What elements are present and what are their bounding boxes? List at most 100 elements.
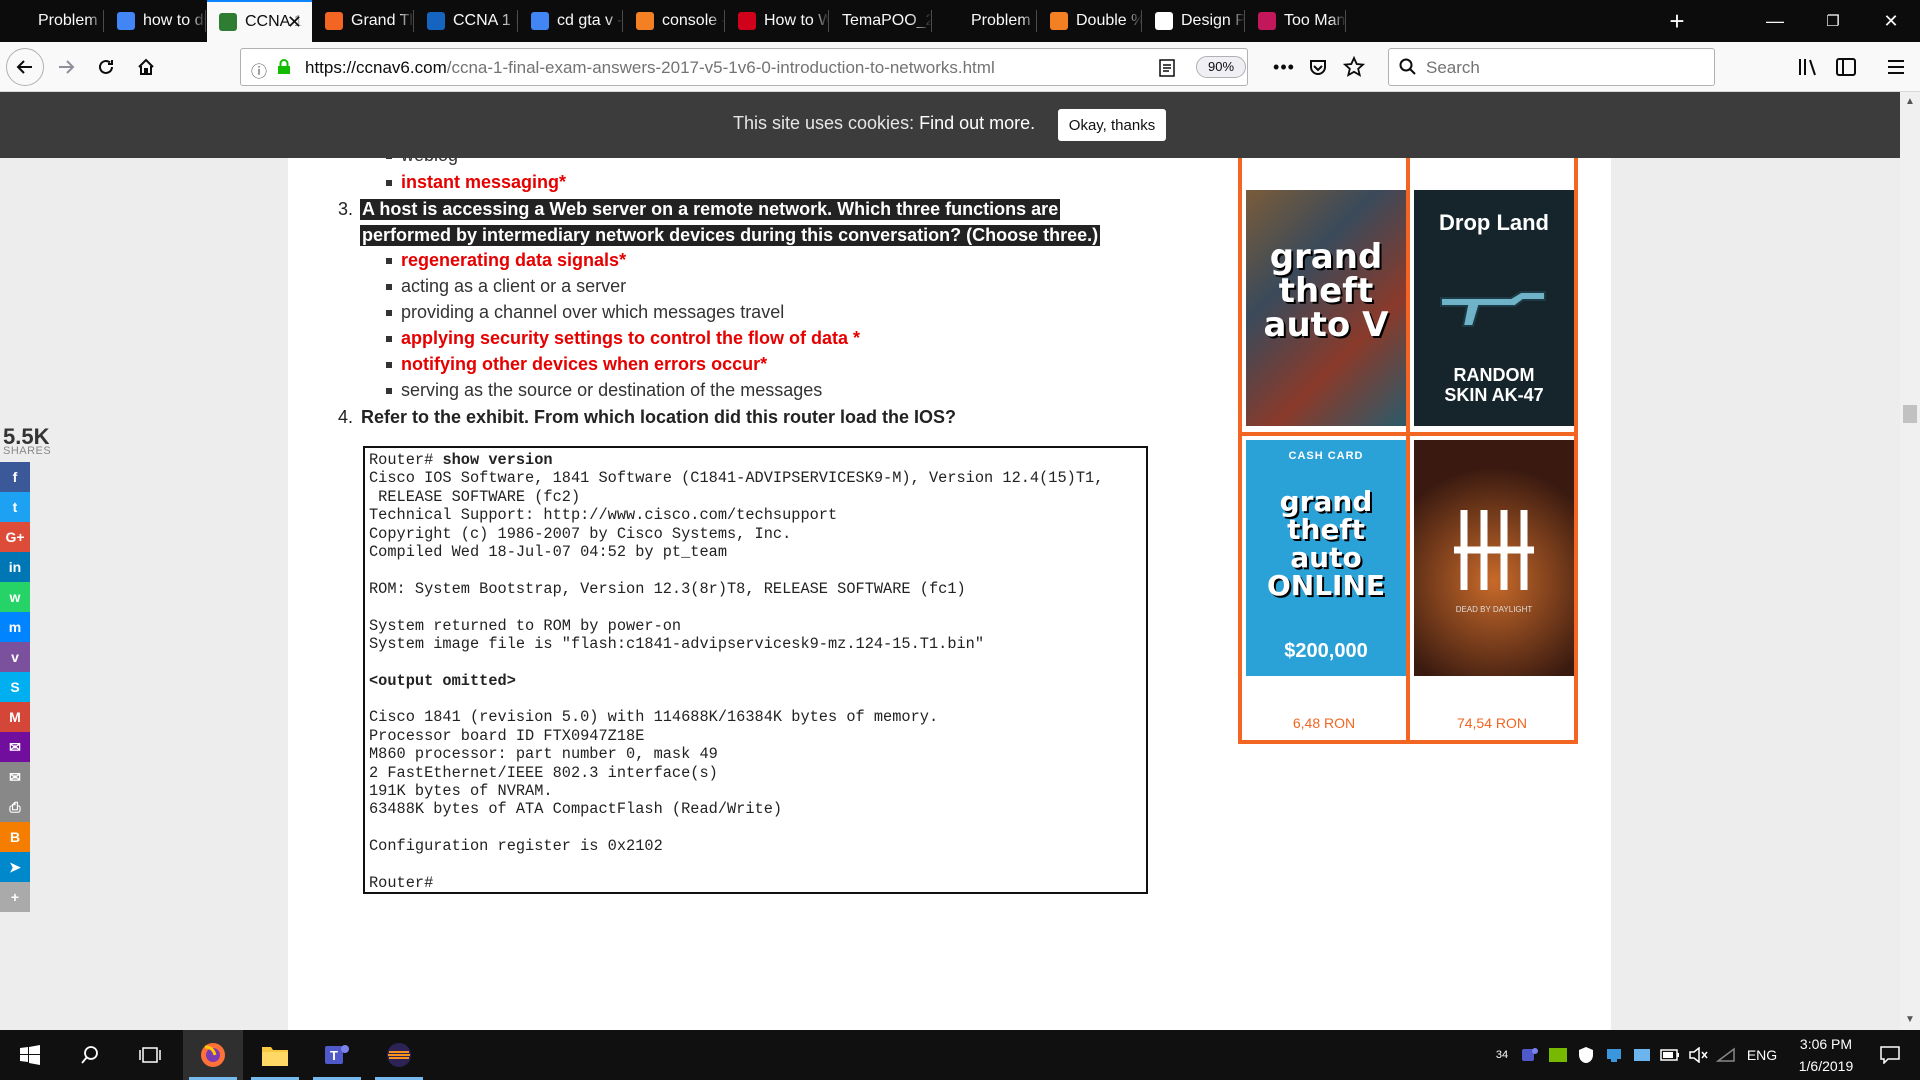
ad-product-card[interactable]: DEAD BY DAYLIGHT 74,54 RON (1406, 432, 1578, 744)
info-icon[interactable]: ⓘ (251, 58, 267, 82)
task-view-button[interactable] (120, 1030, 180, 1080)
home-button[interactable] (128, 49, 164, 85)
pocket-icon[interactable] (1300, 49, 1336, 85)
email-share-button[interactable]: ✉ (0, 762, 30, 792)
close-tab-icon[interactable]: ✕ (287, 12, 302, 33)
share-label: SHARES (3, 445, 52, 457)
exhibit-text: System image file is "flash:c1841-advips… (369, 634, 985, 653)
exhibit-line: System image file is "flash:c1841-advips… (369, 635, 1142, 653)
library-icon[interactable] (1790, 49, 1826, 85)
browser-tab[interactable]: Design Patt (1143, 0, 1245, 42)
security-shield-tray-icon[interactable] (1572, 1030, 1600, 1080)
browser-tab[interactable]: How to Wr (726, 0, 829, 42)
forward-button[interactable] (48, 49, 84, 85)
blogger-share-button[interactable]: B (0, 822, 30, 852)
ad-product-card[interactable]: grand theft auto V62,79 RON (1238, 158, 1410, 466)
whatsapp-share-button[interactable]: w (0, 582, 30, 612)
new-tab-button[interactable]: + (1652, 0, 1702, 42)
browser-tab[interactable]: Double % f (1038, 0, 1142, 42)
minimize-window-icon[interactable]: — (1746, 0, 1804, 42)
browser-tab[interactable]: Too Many F (1246, 0, 1346, 42)
tab-separator (931, 10, 932, 32)
tab-label: Grand The (351, 12, 414, 29)
file-explorer-taskbar-button[interactable] (245, 1030, 305, 1080)
url-bar[interactable]: ⓘ https://ccnav6.com/ccna-1-final-exam-a… (240, 48, 1248, 86)
exhibit-line: 191K bytes of NVRAM. (369, 782, 1142, 800)
volume-muted-icon[interactable] (1684, 1030, 1712, 1080)
skype-share-button[interactable]: S (0, 672, 30, 702)
browser-tab[interactable]: Problem lo (933, 0, 1037, 42)
forward-arrow-icon (59, 60, 75, 74)
design-icon (1155, 12, 1173, 30)
twitter-share-button[interactable]: t (0, 492, 30, 522)
more-share-button[interactable]: + (0, 882, 30, 912)
linkedin-share-button[interactable]: in (0, 552, 30, 582)
ad-card-label: CASH CARD (1288, 450, 1364, 462)
cookie-accept-button[interactable]: Okay, thanks (1058, 109, 1166, 141)
windows-start-button[interactable] (0, 1030, 60, 1080)
reload-button[interactable] (88, 49, 124, 85)
search-icon (81, 1046, 98, 1064)
firefox-taskbar-button[interactable] (183, 1030, 243, 1080)
exhibit-text: Configuration register is 0x2102 (369, 837, 663, 856)
language-indicator[interactable]: ENG (1740, 1030, 1784, 1080)
browser-tab[interactable]: Grand The (313, 0, 414, 42)
wiki-icon (1258, 12, 1276, 30)
hamburger-menu-icon[interactable] (1878, 49, 1914, 85)
intel-graphics-tray-icon[interactable] (1628, 1030, 1656, 1080)
search-bar[interactable]: Search (1388, 48, 1715, 86)
scroll-up-arrow-icon[interactable]: ▲ (1905, 96, 1915, 107)
exhibit-line: Technical Support: http://www.cisco.com/… (369, 506, 1142, 524)
googleplus-share-button[interactable]: G+ (0, 522, 30, 552)
browser-tab[interactable]: Problem lo (0, 0, 104, 42)
sidebar-icon[interactable] (1828, 49, 1864, 85)
teams-taskbar-button[interactable]: T (307, 1030, 367, 1080)
ad-product-card[interactable]: CASH CARD grand theft auto ONLINE $200,000… (1238, 432, 1410, 744)
viber-share-button[interactable]: v (0, 642, 30, 672)
page-scrollbar[interactable]: ▲ ▼ (1900, 92, 1920, 1030)
gmail-share-button[interactable]: M (0, 702, 30, 732)
browser-tab[interactable]: cd gta v - G (519, 0, 623, 42)
wifi-icon[interactable] (1712, 1030, 1740, 1080)
browser-tab[interactable]: how to dra (105, 0, 206, 42)
battery-icon[interactable] (1656, 1030, 1684, 1080)
browser-tab[interactable]: console - R (624, 0, 725, 42)
whatsapp-icon: w (9, 589, 21, 605)
exhibit-text: M860 processor: part number 0, mask 49 (369, 745, 718, 764)
back-button[interactable] (6, 48, 44, 86)
network-adapter-tray-icon[interactable] (1600, 1030, 1628, 1080)
scrollbar-thumb[interactable] (1903, 405, 1917, 423)
messenger-share-button[interactable]: m (0, 612, 30, 642)
yahoo-mail-share-button[interactable]: ✉ (0, 732, 30, 762)
cookie-find-out-more-link[interactable]: Find out more. (919, 113, 1035, 133)
clock[interactable]: 3:06 PM 1/6/2019 (1786, 1030, 1866, 1080)
bookmark-star-icon[interactable] (1336, 49, 1372, 85)
nvidia-tray-icon[interactable] (1544, 1030, 1572, 1080)
browser-tab[interactable]: CCNA 1 ✕ (207, 0, 312, 42)
browser-tab[interactable]: TemaPOO_2018 (830, 0, 932, 42)
search-taskbar-button[interactable] (60, 1030, 120, 1080)
close-window-icon[interactable]: ✕ (1862, 0, 1920, 42)
eclipse-taskbar-button[interactable] (369, 1030, 429, 1080)
exhibit-line (369, 819, 1142, 837)
exhibit-text: 191K bytes of NVRAM. (369, 782, 553, 801)
page-actions-icon[interactable]: ••• (1266, 49, 1302, 85)
teams-tray-icon[interactable] (1516, 1030, 1544, 1080)
browser-tab[interactable]: CCNA 1 Fin (415, 0, 518, 42)
ad-product-card[interactable]: Drop LandRANDOM SKIN AK-474,61 RON (1406, 158, 1578, 466)
ad-panel: grand theft auto V62,79 RON Drop Land RAND… (1238, 158, 1578, 770)
exhibit-line: Cisco IOS Software, 1841 Software (C1841… (369, 469, 1142, 487)
stackoverflow-icon (636, 12, 654, 30)
print-share-button[interactable]: ⎙ (0, 792, 30, 822)
tab-separator (1345, 10, 1346, 32)
telegram-share-button[interactable]: ➤ (0, 852, 30, 882)
ad-title: DEAD BY DAYLIGHT (1455, 605, 1533, 614)
reader-view-icon[interactable] (1159, 59, 1175, 77)
ad-product-image: grand theft auto V (1246, 190, 1406, 426)
action-center-button[interactable] (1866, 1030, 1914, 1080)
scroll-down-arrow-icon[interactable]: ▼ (1905, 1014, 1915, 1025)
restore-window-icon[interactable]: ❐ (1804, 0, 1862, 42)
question-text-line: A host is accessing a Web server on a re… (360, 199, 1061, 220)
zoom-level[interactable]: 90% (1196, 56, 1246, 78)
facebook-share-button[interactable]: f (0, 462, 30, 492)
